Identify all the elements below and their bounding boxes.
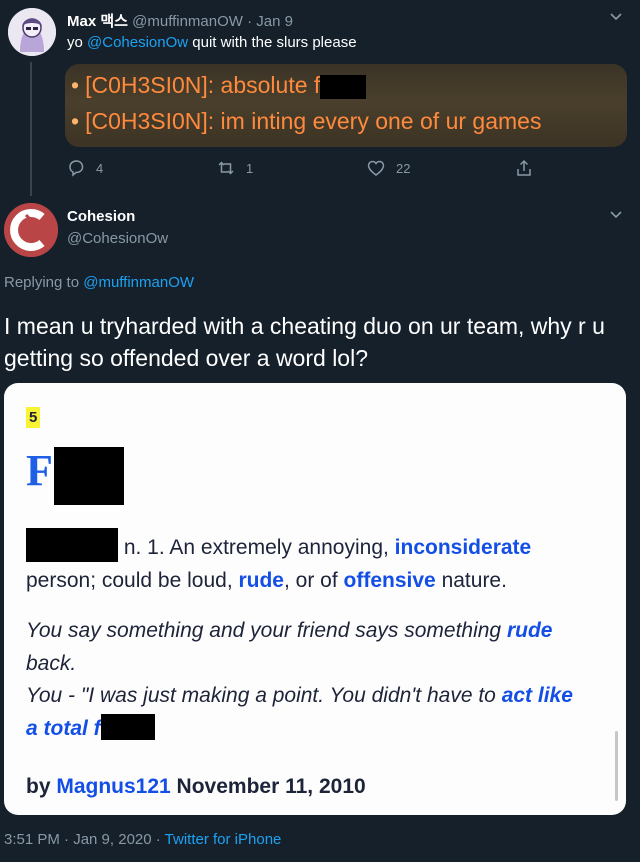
share-icon	[517, 159, 531, 176]
reply-button[interactable]: 4	[66, 158, 103, 178]
tweet1-handle[interactable]: @muffinmanOW	[132, 13, 243, 30]
def-part3: , or of	[284, 569, 344, 592]
def-link-rude: rude	[238, 569, 284, 592]
tweet1-text-prefix: yo	[67, 34, 88, 51]
reply-count: 4	[96, 160, 104, 176]
example-text: You say something and your friend says s…	[26, 615, 606, 745]
def-part1: n. 1. An extremely annoying,	[118, 536, 395, 559]
tweet1-text: yo @CohesionOw quit with the slurs pleas…	[67, 34, 357, 51]
ex-part2: back.	[26, 651, 77, 675]
share-button[interactable]	[514, 158, 544, 178]
definition-card-image[interactable]: 5 F n. 1. An extremely annoying, inconsi…	[4, 383, 626, 815]
replying-handle[interactable]: @muffinmanOW	[83, 274, 194, 291]
like-count: 22	[396, 160, 411, 176]
chat-line-1: • [C0H3SI0N]: absolute f	[71, 72, 367, 99]
replying-label: Replying to	[4, 274, 84, 291]
avatar-cohesion[interactable]	[4, 203, 58, 257]
card-scrollbar	[615, 731, 618, 801]
tweet2-display-name[interactable]: Cohesion	[67, 208, 135, 225]
tweet1-display-name[interactable]: Max 맥스	[67, 13, 128, 30]
definition-date: November 11, 2010	[170, 775, 366, 798]
chat-line-2-tag: [C0H3SI0N]:	[85, 108, 215, 134]
reply-icon	[69, 160, 84, 177]
ex-part3: You - "I was just making a point. You di…	[26, 684, 502, 707]
ex-link-total: a total f	[26, 716, 101, 740]
cohesion-logo-icon	[4, 203, 58, 257]
chat-line-1-text: absolute f	[214, 72, 321, 98]
def-link-inconsiderate: inconsiderate	[394, 536, 532, 559]
chat-line-1-tag: [C0H3SI0N]:	[85, 72, 215, 98]
tweet2-footer: 3:51 PM · Jan 9, 2020 · Twitter for iPho…	[4, 831, 281, 848]
chat-line-2-text: im inting every one of ur games	[214, 108, 542, 134]
tweet1-date[interactable]: · Jan 9	[247, 13, 293, 30]
chevron-down-icon[interactable]	[608, 8, 624, 29]
retweet-button[interactable]: 1	[216, 158, 253, 178]
ex-link-act-like: act like	[501, 684, 573, 707]
censor-bar	[320, 74, 367, 99]
censor-bar	[54, 447, 124, 505]
tweet1-image[interactable]: • [C0H3SI0N]: absolute f • [C0H3SI0N]: im …	[65, 64, 627, 147]
thread-connector	[30, 62, 32, 196]
tweet1-text-suffix: quit with the slurs please	[188, 34, 357, 51]
chevron-down-icon[interactable]	[608, 206, 624, 227]
definition-byline: by Magnus121 November 11, 2010	[26, 775, 366, 799]
tweet1-actions: 4 1 22	[66, 158, 536, 182]
tweet2-timestamp[interactable]: 3:51 PM · Jan 9, 2020 ·	[4, 831, 165, 848]
tweet2-source[interactable]: Twitter for iPhone	[165, 831, 282, 848]
censor-bar	[26, 528, 118, 562]
censor-bar	[100, 713, 155, 740]
chat-bullet: •	[71, 108, 80, 134]
tweet2-text: I mean u tryharded with a cheating duo o…	[4, 313, 605, 371]
like-icon	[367, 160, 385, 176]
author-link: Magnus121	[56, 775, 171, 798]
tweet2-handle[interactable]: @CohesionOw	[67, 230, 168, 247]
def-link-offensive: offensive	[343, 569, 436, 592]
retweet-icon	[218, 161, 234, 175]
by-label: by	[26, 775, 57, 798]
chat-line-2: • [C0H3SI0N]: im inting every one of ur g…	[71, 108, 541, 135]
like-button[interactable]: 22	[366, 158, 410, 178]
replying-to: Replying to @muffinmanOW	[4, 274, 194, 291]
definition-word: F	[26, 446, 53, 495]
def-part4: nature.	[435, 569, 507, 592]
definition-rank: 5	[26, 407, 41, 428]
ex-link-rude: rude	[506, 619, 553, 642]
ex-part1: You say something and your friend says s…	[26, 619, 507, 642]
def-part2: person; could be loud,	[26, 569, 239, 592]
retweet-count: 1	[246, 160, 254, 176]
avatar-max[interactable]	[8, 8, 56, 56]
avatar-image	[8, 8, 56, 56]
tweet1-header: Max 맥스 @muffinmanOW · Jan 9	[67, 10, 293, 31]
tweet1-mention[interactable]: @CohesionOw	[87, 34, 188, 51]
definition-text: n. 1. An extremely annoying, inconsidera…	[26, 528, 606, 597]
chat-bullet: •	[71, 72, 80, 98]
